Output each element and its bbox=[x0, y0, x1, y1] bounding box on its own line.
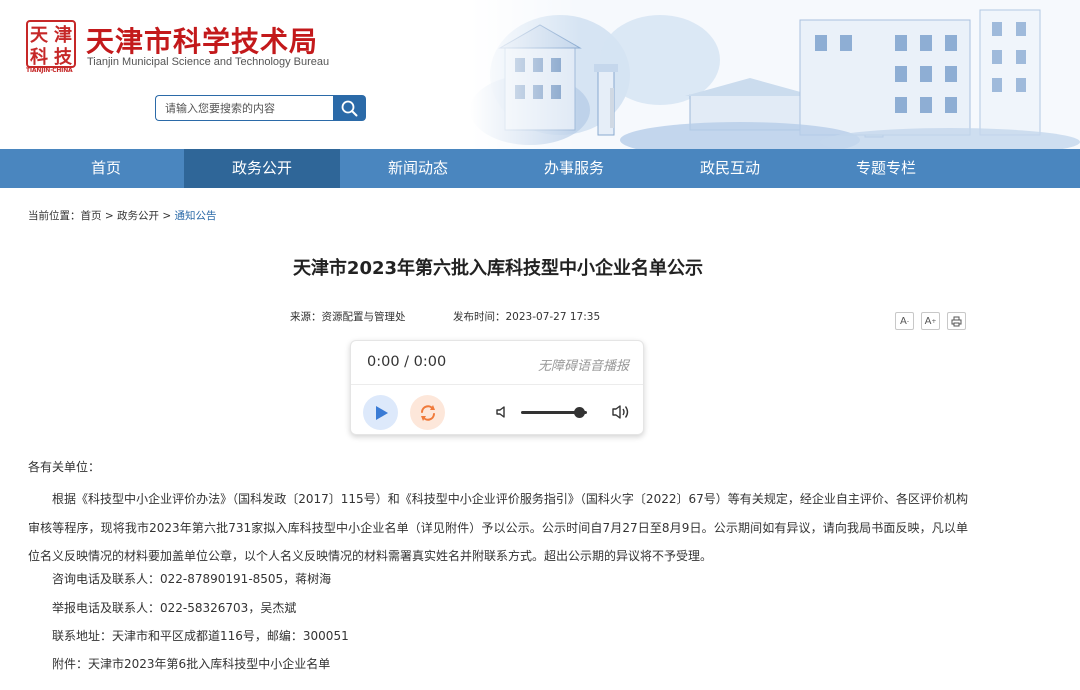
seal-glyph-4: 技 bbox=[54, 46, 73, 68]
source-value: 资源配置与管理处 bbox=[321, 311, 406, 323]
seal-glyph-1: 天 bbox=[30, 25, 49, 46]
font-decrease-button[interactable]: A- bbox=[895, 312, 914, 330]
attachment-line: 附件：天津市2023年第6批入库科技型中小企业名单 bbox=[52, 655, 330, 672]
search-input[interactable] bbox=[155, 95, 333, 121]
play-icon bbox=[375, 405, 388, 420]
header-building-illustration bbox=[470, 0, 1080, 149]
salutation: 各有关单位： bbox=[28, 460, 101, 474]
seal-caption: TIANJIN·CHINA bbox=[26, 67, 73, 74]
article-title: 天津市2023年第六批入库科技型中小企业名单公示 bbox=[292, 258, 704, 279]
report-contact: 举报电话及联系人：022-58326703，吴杰斌 bbox=[52, 601, 297, 615]
breadcrumb-separator: > bbox=[101, 210, 117, 222]
volume-low-icon[interactable] bbox=[495, 405, 509, 419]
article-source: 来源：资源配置与管理处 bbox=[290, 309, 406, 324]
loop-button[interactable] bbox=[410, 395, 445, 430]
audio-player: 0:00 / 0:00 无障碍语音播报 bbox=[350, 340, 644, 435]
font-decrease-sign: - bbox=[906, 317, 909, 325]
player-time: 0:00 / 0:00 bbox=[367, 354, 447, 370]
font-increase-button[interactable]: A + bbox=[921, 312, 940, 330]
main-paragraph: 根据《科技型中小企业评价办法》（国科发政〔2017〕115号）和《科技型中小企业… bbox=[28, 492, 968, 563]
nav-item-news[interactable]: 新闻动态 bbox=[340, 149, 496, 188]
breadcrumb: 当前位置：首页 > 政务公开 > 通知公告 bbox=[28, 208, 216, 223]
print-icon bbox=[951, 316, 962, 326]
attachment-link[interactable]: 天津市2023年第6批入库科技型中小企业名单 bbox=[88, 657, 330, 671]
loop-icon bbox=[420, 404, 435, 421]
volume-high-icon[interactable] bbox=[611, 403, 631, 421]
volume-slider-handle[interactable] bbox=[574, 407, 586, 418]
site-title[interactable]: 天津市科学技术局 bbox=[86, 20, 318, 60]
print-button[interactable] bbox=[947, 312, 966, 330]
consult-contact: 咨询电话及联系人：022-87890191-8505，蒋树海 bbox=[52, 572, 332, 586]
time-value: 2023-07-27 17:35 bbox=[505, 311, 601, 323]
article-time: 发布时间：2023-07-27 17:35 bbox=[453, 309, 600, 324]
time-label: 发布时间： bbox=[453, 311, 506, 323]
breadcrumb-prefix: 当前位置： bbox=[28, 210, 81, 222]
attachment-label: 附件： bbox=[52, 657, 89, 671]
nav-item-home[interactable]: 首页 bbox=[28, 149, 184, 188]
player-divider bbox=[351, 384, 643, 385]
play-button[interactable] bbox=[363, 395, 398, 430]
font-increase-letter: A bbox=[924, 315, 932, 327]
site-logo-seal: 天 津 科 技 bbox=[26, 20, 76, 68]
breadcrumb-link-notices[interactable]: 通知公告 bbox=[174, 210, 216, 222]
breadcrumb-link-government-affairs[interactable]: 政务公开 bbox=[117, 210, 159, 222]
breadcrumb-link-home[interactable]: 首页 bbox=[81, 210, 102, 222]
font-increase-sign: + bbox=[931, 317, 937, 325]
nav-item-topics[interactable]: 专题专栏 bbox=[808, 149, 964, 188]
site-subtitle: Tianjin Municipal Science and Technology… bbox=[87, 56, 330, 68]
main-nav: 首页 政务公开 新闻动态 办事服务 政民互动 专题专栏 bbox=[0, 149, 1080, 188]
player-label: 无障碍语音播报 bbox=[537, 359, 629, 374]
nav-item-government-affairs[interactable]: 政务公开 bbox=[184, 149, 340, 188]
nav-item-services[interactable]: 办事服务 bbox=[496, 149, 652, 188]
nav-item-interaction[interactable]: 政民互动 bbox=[652, 149, 808, 188]
seal-glyph-2: 津 bbox=[54, 24, 72, 46]
site-header: 天 津 科 技 TIANJIN·CHINA 天津市科学技术局 Tianjin M… bbox=[0, 0, 1080, 149]
seal-glyph-3: 科 bbox=[30, 46, 48, 68]
font-decrease-letter: A bbox=[899, 315, 907, 327]
search-icon bbox=[341, 100, 358, 116]
source-label: 来源： bbox=[290, 311, 322, 323]
search-button[interactable] bbox=[333, 95, 366, 121]
breadcrumb-separator: > bbox=[158, 210, 175, 222]
contact-address: 联系地址：天津市和平区成都道116号，邮编：300051 bbox=[52, 629, 349, 643]
